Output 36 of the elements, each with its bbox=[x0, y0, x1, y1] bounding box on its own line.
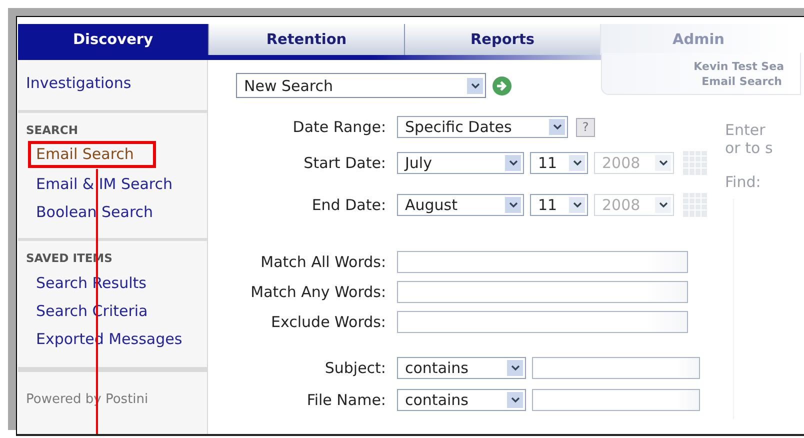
operator-select[interactable]: contains bbox=[397, 357, 526, 379]
operator-select[interactable]: contains bbox=[397, 389, 526, 411]
date-range-select[interactable]: Specific Dates bbox=[397, 116, 568, 138]
find-label: Find: bbox=[725, 173, 761, 191]
hint-text: or to s bbox=[725, 139, 773, 157]
nav-link[interactable]: Investigations bbox=[18, 69, 132, 97]
tab[interactable]: Reports bbox=[404, 24, 600, 55]
nav-link[interactable]: Email & IM Search bbox=[18, 170, 173, 198]
text-input[interactable] bbox=[397, 311, 688, 333]
field-label: Match Any Words: bbox=[250, 284, 387, 300]
tab[interactable]: Discovery bbox=[18, 24, 208, 55]
text-input[interactable] bbox=[532, 389, 700, 411]
panel-subtitle: Email Search bbox=[702, 74, 782, 89]
field-label: End Date: bbox=[310, 196, 387, 214]
text-input[interactable] bbox=[532, 357, 700, 379]
field-label: Date Range: bbox=[292, 118, 387, 136]
field-label: Subject: bbox=[324, 360, 387, 376]
field-label: Match All Words: bbox=[260, 254, 387, 270]
day-select[interactable]: 11 bbox=[530, 152, 588, 174]
hint-text: Enter bbox=[725, 121, 766, 139]
field-label: Exclude Words: bbox=[270, 314, 387, 330]
month-select[interactable]: July bbox=[397, 152, 524, 174]
tab[interactable]: Retention bbox=[208, 24, 404, 55]
go-icon[interactable] bbox=[492, 76, 512, 96]
day-select[interactable]: 11 bbox=[530, 194, 588, 216]
nav-link[interactable]: Boolean Search bbox=[18, 198, 154, 226]
text-input[interactable] bbox=[397, 281, 688, 303]
month-select[interactable]: August bbox=[397, 194, 524, 216]
panel-title: Kevin Test Sea bbox=[694, 59, 784, 74]
field-label: Start Date: bbox=[302, 154, 387, 172]
text-input[interactable] bbox=[397, 251, 688, 273]
highlighted-nav-link[interactable]: Email Search bbox=[28, 141, 156, 168]
field-label: File Name: bbox=[306, 392, 387, 408]
section-heading: SEARCH bbox=[25, 122, 79, 139]
help-button[interactable]: ? bbox=[576, 118, 595, 136]
search-select[interactable]: New Search bbox=[236, 73, 486, 98]
